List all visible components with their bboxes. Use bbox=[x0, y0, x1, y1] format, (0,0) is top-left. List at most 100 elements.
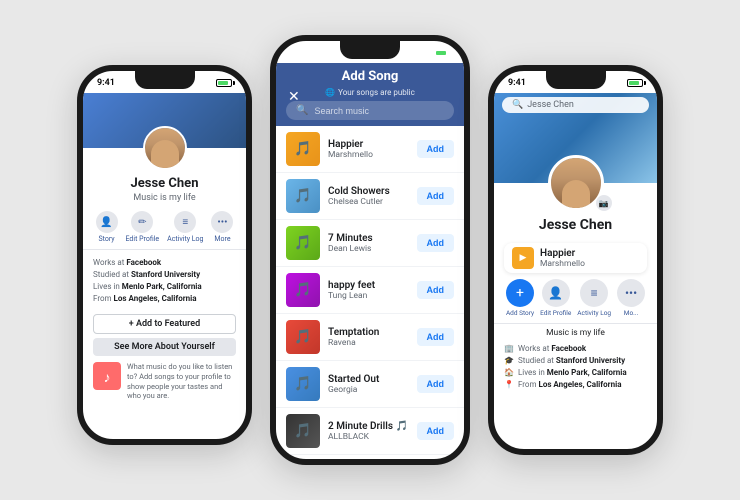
info-works-right: 🏢 Works at Facebook bbox=[504, 344, 647, 353]
song-thumb-7min: 🎵 bbox=[286, 226, 320, 260]
song-item-happier: 🎵 Happier Marshmello Add bbox=[276, 126, 464, 173]
search-icon: 🔍 bbox=[296, 105, 308, 116]
song-info-happy-feet: happy feet Tung Lean bbox=[328, 280, 409, 301]
profile-info-left: Jesse Chen Music is my life bbox=[83, 176, 246, 203]
add-button-happy-feet[interactable]: Add bbox=[417, 281, 455, 299]
music-promo-left: ♪ What music do you like to listen to? A… bbox=[93, 362, 236, 401]
song-info-2min: 2 Minute Drills 🎵 ALLBLACK bbox=[328, 421, 409, 442]
song-info-cold-showers: Cold Showers Chelsea Cutler bbox=[328, 186, 409, 207]
more-label-right: Mo... bbox=[624, 309, 639, 317]
camera-badge-right[interactable]: 📷 bbox=[596, 195, 612, 211]
music-search-bar[interactable]: 🔍 bbox=[286, 101, 454, 120]
from-icon-right: 📍 bbox=[504, 380, 514, 389]
song-item-bag-bwe: 🎵 Bag Bwe 🎵 Supa Bwe Add bbox=[276, 455, 464, 465]
action-story[interactable]: 👤 Story bbox=[96, 211, 118, 243]
works-text-right: Works at Facebook bbox=[518, 344, 586, 353]
add-button-7min[interactable]: Add bbox=[417, 234, 455, 252]
action-edit-profile[interactable]: ✏ Edit Profile bbox=[126, 211, 160, 243]
activity-icon-right: ≡ bbox=[580, 279, 608, 307]
action-add-story-right[interactable]: + Add Story bbox=[506, 279, 534, 317]
lives-text-right: Lives in Menlo Park, California bbox=[518, 368, 627, 377]
more-label: More bbox=[214, 235, 230, 243]
globe-icon: 🌐 bbox=[325, 88, 335, 97]
avatar-inner-left bbox=[145, 128, 185, 168]
profile-bio-left: Music is my life bbox=[91, 193, 238, 203]
song-item-2min: 🎵 2 Minute Drills 🎵 ALLBLACK Add bbox=[276, 408, 464, 455]
info-from-right: 📍 From Los Angeles, California bbox=[504, 380, 647, 389]
action-activity-log[interactable]: ≡ Activity Log bbox=[167, 211, 203, 243]
song-info-started-out: Started Out Georgia bbox=[328, 374, 409, 395]
info-studied: Studied at Stanford University bbox=[93, 270, 236, 279]
phone-center: 9:41 ✕ Add Song 🌐 Your songs are public … bbox=[270, 35, 470, 465]
action-activity-right[interactable]: ≡ Activity Log bbox=[577, 279, 611, 317]
song-artist-happier: Marshmello bbox=[328, 150, 409, 160]
battery-left bbox=[216, 79, 232, 87]
add-button-temptation[interactable]: Add bbox=[417, 328, 455, 346]
song-info-happier: Happier Marshmello bbox=[328, 139, 409, 160]
song-thumb-bag-bwe: 🎵 bbox=[286, 461, 320, 465]
edit-label-right: Edit Profile bbox=[540, 309, 571, 317]
song-item-7min: 🎵 7 Minutes Dean Lewis Add bbox=[276, 220, 464, 267]
svg-text:♪: ♪ bbox=[104, 370, 111, 386]
see-more-button[interactable]: See More About Yourself bbox=[93, 338, 236, 356]
song-item-cold-showers: 🎵 Cold Showers Chelsea Cutler Add bbox=[276, 173, 464, 220]
song-thumb-cold-showers: 🎵 bbox=[286, 179, 320, 213]
song-title-2min: 2 Minute Drills 🎵 bbox=[328, 421, 409, 432]
lives-icon-right: 🏠 bbox=[504, 368, 514, 377]
song-artist-happy-feet: Tung Lean bbox=[328, 291, 409, 301]
song-thumb-started-out: 🎵 bbox=[286, 367, 320, 401]
song-artist-cold-showers: Chelsea Cutler bbox=[328, 197, 409, 207]
info-lives: Lives in Menlo Park, California bbox=[93, 282, 236, 291]
profile-name-right: Jesse Chen bbox=[502, 217, 649, 233]
avatar-face-right bbox=[562, 180, 590, 208]
more-icon-right: ••• bbox=[617, 279, 645, 307]
song-item-happy-feet: 🎵 happy feet Tung Lean Add bbox=[276, 267, 464, 314]
add-song-title: Add Song bbox=[286, 67, 454, 88]
profile-name-left: Jesse Chen bbox=[91, 176, 238, 191]
music-search-input[interactable] bbox=[314, 106, 444, 116]
close-button[interactable]: ✕ bbox=[288, 89, 300, 105]
info-section-left: Works at Facebook Studied at Stanford Un… bbox=[83, 256, 246, 308]
song-thumb-happy-feet: 🎵 bbox=[286, 273, 320, 307]
public-text: Your songs are public bbox=[338, 88, 415, 97]
cover-area-right: 🔍 Jesse Chen 📷 bbox=[494, 93, 657, 183]
action-more-right[interactable]: ••• Mo... bbox=[617, 279, 645, 317]
avatar-inner-right bbox=[551, 158, 601, 208]
add-story-icon: + bbox=[506, 279, 534, 307]
more-icon: ••• bbox=[211, 211, 233, 233]
status-time-center: 9:41 bbox=[290, 48, 308, 58]
info-lives-right: 🏠 Lives in Menlo Park, California bbox=[504, 368, 647, 377]
action-edit-right[interactable]: 👤 Edit Profile bbox=[540, 279, 571, 317]
add-button-happier[interactable]: Add bbox=[417, 140, 455, 158]
song-artist-2min: ALLBLACK bbox=[328, 432, 409, 442]
song-title-happier: Happier bbox=[328, 139, 409, 150]
add-button-2min[interactable]: Add bbox=[417, 422, 455, 440]
add-featured-button[interactable]: + Add to Featured bbox=[93, 314, 236, 334]
phone-left: 9:41 Jesse Chen Music is my life 👤 Story… bbox=[77, 65, 252, 445]
battery-right bbox=[627, 79, 643, 87]
song-title-temptation: Temptation bbox=[328, 327, 409, 338]
add-button-started-out[interactable]: Add bbox=[417, 375, 455, 393]
center-header: ✕ Add Song 🌐 Your songs are public 🔍 bbox=[276, 63, 464, 126]
search-overlay-right[interactable]: 🔍 Jesse Chen bbox=[502, 97, 649, 113]
play-icon: ▶ bbox=[512, 247, 534, 269]
add-button-cold-showers[interactable]: Add bbox=[417, 187, 455, 205]
edit-icon-right: 👤 bbox=[542, 279, 570, 307]
music-promo-text: What music do you like to listen to? Add… bbox=[127, 362, 236, 401]
phone-right: 9:41 🔍 Jesse Chen 📷 Jesse Chen ▶ Happier… bbox=[488, 65, 663, 455]
activity-log-label: Activity Log bbox=[167, 235, 203, 243]
notch-right bbox=[546, 71, 606, 89]
studied-icon-right: 🎓 bbox=[504, 356, 514, 365]
song-title-started-out: Started Out bbox=[328, 374, 409, 385]
info-studied-right: 🎓 Studied at Stanford University bbox=[504, 356, 647, 365]
avatar-left bbox=[143, 126, 187, 170]
activity-label-right: Activity Log bbox=[577, 309, 611, 317]
divider-right-1 bbox=[494, 323, 657, 324]
now-playing-info: Happier Marshmello bbox=[540, 248, 585, 269]
works-icon-right: 🏢 bbox=[504, 344, 514, 353]
action-more[interactable]: ••• More bbox=[211, 211, 233, 243]
search-icon-right: 🔍 bbox=[512, 100, 523, 110]
lives-label: Lives in Menlo Park, California bbox=[93, 282, 202, 291]
now-playing-song: Happier bbox=[540, 248, 585, 259]
now-playing[interactable]: ▶ Happier Marshmello bbox=[504, 243, 647, 273]
